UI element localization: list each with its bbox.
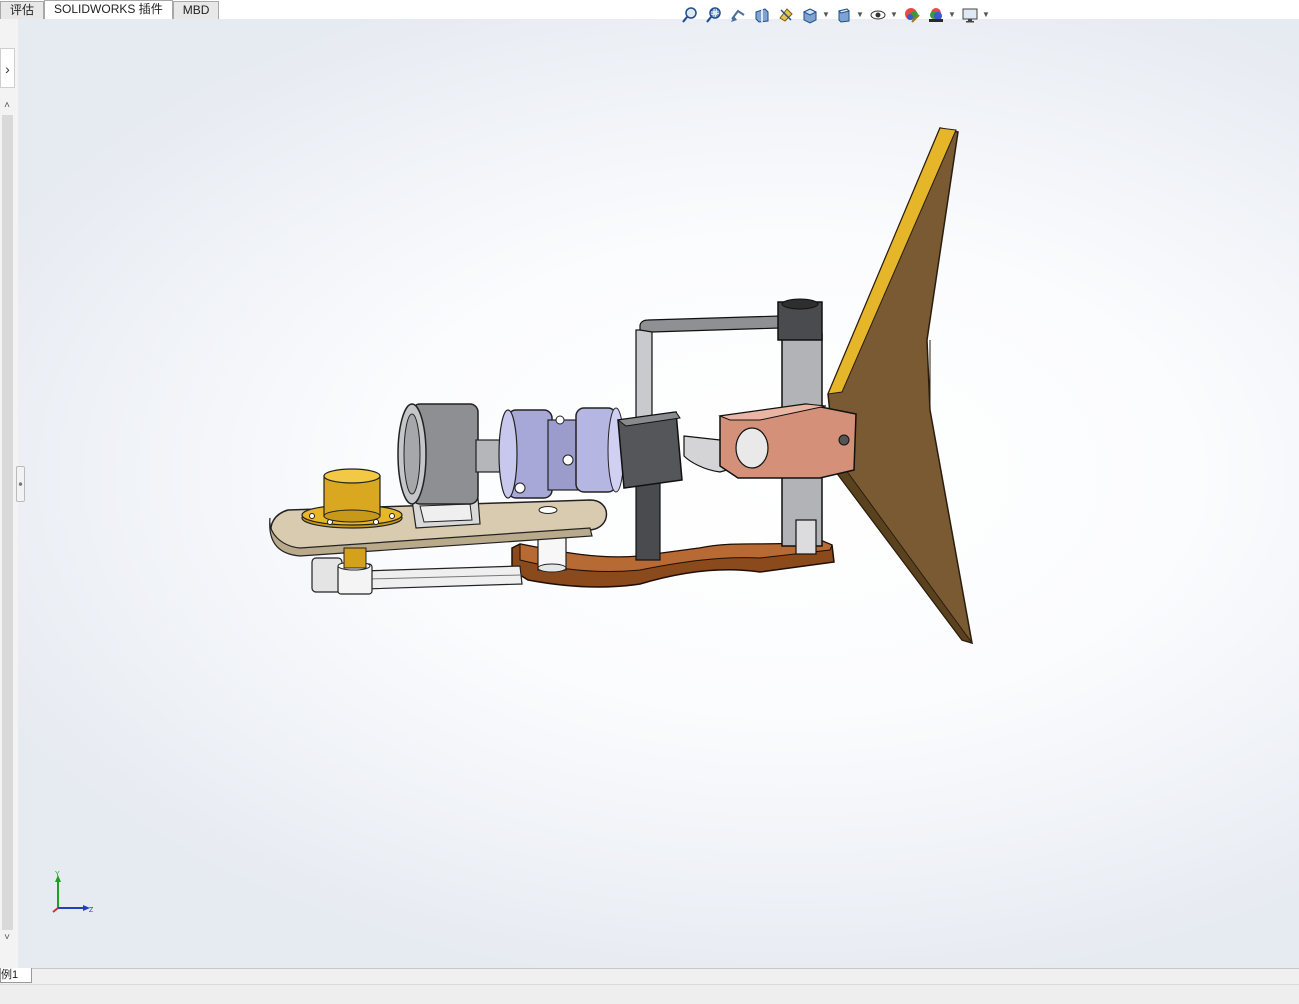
triad-z-label: Z [89, 907, 94, 914]
tab-solidworks-addins[interactable]: SOLIDWORKS 插件 [44, 0, 173, 19]
tab-evaluate[interactable]: 评估 [0, 1, 45, 19]
flange-bearing[interactable] [301, 468, 403, 529]
scroll-down-arrow-icon[interactable]: ˅ [0, 931, 14, 945]
triad-y-label: Y [55, 871, 60, 878]
expand-panel-chevron-icon[interactable]: › [0, 48, 15, 88]
motor[interactable] [397, 403, 505, 505]
sheet-tabs-bar [0, 968, 1299, 985]
section-view-icon[interactable] [750, 4, 774, 26]
graphics-area[interactable] [18, 19, 1299, 968]
shaft-coupling[interactable] [498, 407, 625, 499]
hide-show-dropdown-icon[interactable]: ▼ [890, 4, 900, 26]
apply-scene-icon[interactable] [924, 4, 948, 26]
previous-view-icon[interactable] [726, 4, 750, 26]
solidworks-window: 评估 SOLIDWORKS 插件 MBD › ˄ ˅ ⦁ ▼ ▼ ▼ ▼ ▼ Y… [0, 0, 1299, 1004]
display-style-icon[interactable] [832, 4, 856, 26]
tab-mbd[interactable]: MBD [172, 1, 220, 19]
edit-appearance-icon[interactable] [900, 4, 924, 26]
status-bar [0, 984, 1299, 1004]
view-orientation-dropdown-icon[interactable]: ▼ [822, 4, 832, 26]
bearing-block[interactable] [616, 411, 683, 489]
display-style-dropdown-icon[interactable]: ▼ [856, 4, 866, 26]
command-manager-tabs: 评估 SOLIDWORKS 插件 MBD [0, 0, 240, 19]
heads-up-view-toolbar: ▼ ▼ ▼ ▼ ▼ [678, 4, 992, 26]
view-orientation-icon[interactable] [798, 4, 822, 26]
zoom-to-area-icon[interactable] [702, 4, 726, 26]
reference-triad: Y Z [52, 871, 94, 914]
feature-tree-scrollbar[interactable] [2, 115, 13, 930]
tail-fin[interactable] [827, 127, 974, 645]
configuration-tab[interactable]: 例1 [0, 968, 32, 983]
fin-clamp[interactable] [718, 403, 857, 479]
view-settings-dropdown-icon[interactable]: ▼ [982, 4, 992, 26]
dynamic-annotation-icon[interactable] [774, 4, 798, 26]
apply-scene-dropdown-icon[interactable]: ▼ [948, 4, 958, 26]
hide-show-items-icon[interactable] [866, 4, 890, 26]
zoom-to-fit-icon[interactable] [678, 4, 702, 26]
view-settings-icon[interactable] [958, 4, 982, 26]
panel-splitter-handle[interactable]: ⦁ [16, 466, 25, 502]
assembly-model[interactable] [18, 19, 1299, 968]
bearing-shaft[interactable] [343, 547, 367, 569]
scroll-up-arrow-icon[interactable]: ˄ [0, 99, 14, 113]
